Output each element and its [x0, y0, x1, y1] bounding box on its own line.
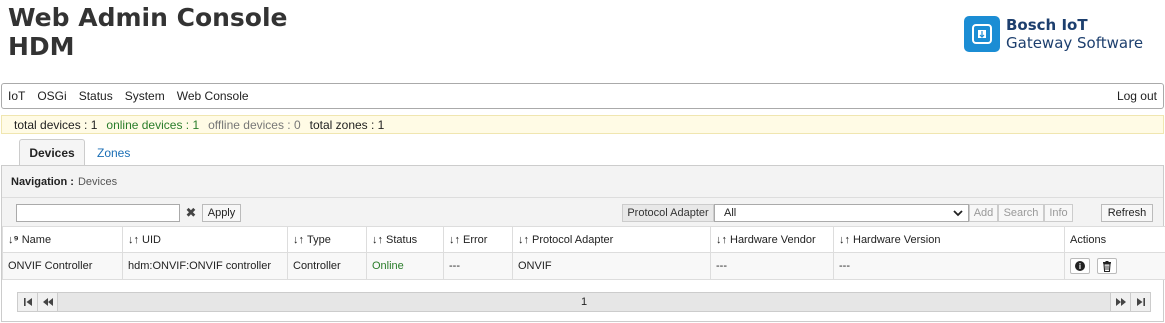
first-page-icon[interactable]	[18, 293, 38, 311]
table-pager: 1	[17, 292, 1151, 312]
sort-icon: ↓↑	[518, 233, 529, 246]
title-line-1: Web Admin Console	[8, 3, 288, 32]
brand-name: Bosch IoT	[1006, 16, 1088, 34]
menu-item-status[interactable]: Status	[79, 89, 113, 103]
menu-item-iot[interactable]: IoT	[8, 89, 25, 103]
cell-hardware-version: ---	[833, 252, 1065, 280]
table-row[interactable]: ONVIF Controller hdm:ONVIF:ONVIF control…	[2, 252, 1165, 280]
device-info-button[interactable]: i	[1070, 258, 1090, 274]
brand-subtitle: Gateway Software	[1006, 34, 1144, 52]
column-header-error[interactable]: ↓↑ Error	[443, 226, 513, 253]
sort-icon: ↓↑	[839, 233, 850, 246]
page-title: Web Admin Console HDM	[8, 3, 288, 61]
sort-icon: ↓↑	[293, 233, 304, 246]
filter-input[interactable]	[16, 204, 180, 222]
table-header-row: ↓⁹ Name ↓↑ UID ↓↑ Type ↓↑ Status ↓↑ Error ↓↑ P…	[2, 226, 1165, 253]
trash-icon	[1103, 260, 1112, 272]
column-header-hardware-version[interactable]: ↓↑ Hardware Version	[833, 226, 1065, 253]
total-zones-count: total zones : 1	[309, 117, 385, 132]
sort-icon: ↓↑	[716, 233, 727, 246]
sort-icon: ↓↑	[372, 233, 383, 246]
navigation-value: Devices	[77, 175, 118, 188]
refresh-button[interactable]: Refresh	[1101, 204, 1153, 222]
column-header-status[interactable]: ↓↑ Status	[366, 226, 444, 253]
tab-devices[interactable]: Devices	[19, 139, 85, 166]
column-header-protocol-adapter[interactable]: ↓↑ Protocol Adapter	[512, 226, 711, 253]
menu-item-web-console[interactable]: Web Console	[177, 89, 249, 103]
tab-zones[interactable]: Zones	[95, 139, 130, 166]
sort-icon: ↓↑	[128, 233, 139, 246]
column-header-type[interactable]: ↓↑ Type	[287, 226, 367, 253]
column-header-name[interactable]: ↓⁹ Name	[2, 226, 123, 253]
logout-link[interactable]: Log out	[1117, 89, 1157, 103]
title-line-2: HDM	[8, 32, 75, 61]
main-menu-bar: IoT OSGi Status System Web Console Log o…	[1, 83, 1164, 109]
menu-item-osgi[interactable]: OSGi	[37, 89, 66, 103]
sort-icon: ↓↑	[449, 233, 460, 246]
apply-button[interactable]: Apply	[202, 204, 241, 222]
next-page-icon[interactable]	[1110, 293, 1130, 311]
sort-asc-icon: ↓⁹	[8, 233, 19, 246]
current-page: 1	[58, 293, 1110, 311]
cell-error: ---	[443, 252, 513, 280]
cell-protocol-adapter: ONVIF	[512, 252, 711, 280]
info-icon: i	[1075, 261, 1085, 271]
clear-filter-icon[interactable]: ✖	[181, 204, 201, 222]
previous-page-icon[interactable]	[38, 293, 58, 311]
devices-table: ↓⁹ Name ↓↑ UID ↓↑ Type ↓↑ Status ↓↑ Error ↓↑ P…	[2, 226, 1165, 280]
add-button[interactable]: Add	[969, 204, 998, 222]
devices-panel: Navigation : Devices ✖ Apply Protocol Ad…	[1, 165, 1165, 322]
device-summary-bar: total devices : 1 online devices : 1 off…	[1, 115, 1164, 134]
protocol-adapter-select[interactable]: All	[714, 204, 969, 222]
column-header-actions: Actions	[1064, 226, 1165, 253]
column-header-hardware-vendor[interactable]: ↓↑ Hardware Vendor	[710, 226, 834, 253]
info-button[interactable]: Info	[1044, 204, 1073, 222]
cell-name: ONVIF Controller	[2, 252, 123, 280]
cell-status: Online	[366, 252, 444, 280]
cell-actions: i	[1064, 252, 1165, 280]
online-devices-count: online devices : 1	[106, 117, 200, 132]
chevron-down-icon	[952, 206, 964, 223]
delete-device-button[interactable]	[1097, 258, 1118, 274]
protocol-adapter-label: Protocol Adapter	[622, 204, 714, 222]
cell-hardware-vendor: ---	[710, 252, 834, 280]
brand-logo-block: Bosch IoT Gateway Software	[964, 16, 1143, 52]
bosch-iot-logo-icon	[964, 16, 1000, 52]
search-button[interactable]: Search	[998, 204, 1044, 222]
devices-toolbar: ✖ Apply Protocol Adapter All Add Search …	[2, 198, 1163, 226]
last-page-icon[interactable]	[1130, 293, 1150, 311]
offline-devices-count: offline devices : 0	[208, 117, 301, 132]
protocol-adapter-value: All	[724, 207, 737, 219]
cell-type: Controller	[287, 252, 367, 280]
cell-uid: hdm:ONVIF:ONVIF controller	[122, 252, 288, 280]
total-devices-count: total devices : 1	[14, 117, 98, 132]
navigation-label: Navigation :	[11, 175, 74, 188]
breadcrumb: Navigation : Devices	[2, 166, 1163, 198]
menu-item-system[interactable]: System	[125, 89, 165, 103]
column-header-uid[interactable]: ↓↑ UID	[122, 226, 288, 253]
